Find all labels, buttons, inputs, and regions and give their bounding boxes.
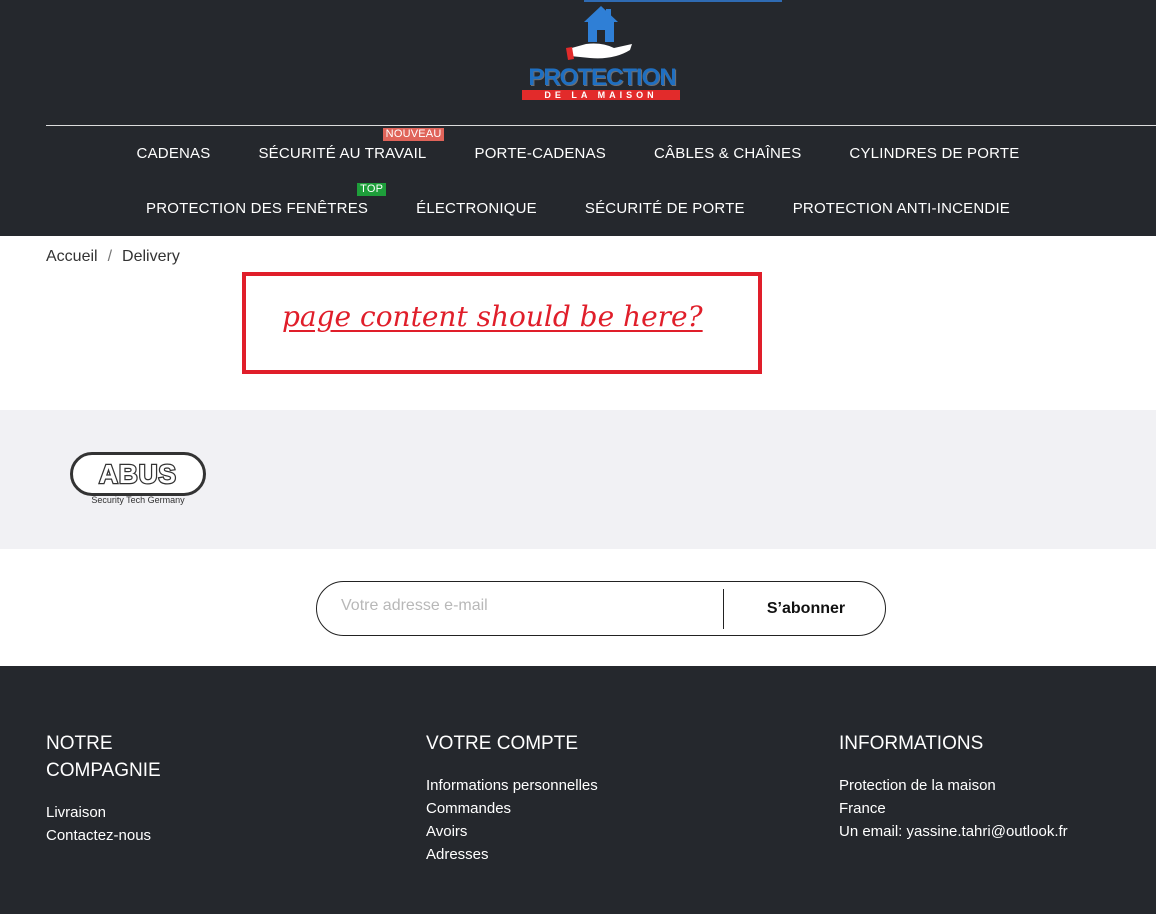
footer-info-country: France [839,800,886,817]
nav-label: SÉCURITÉ AU TRAVAIL [258,145,427,162]
nav-label: PORTE-CADENAS [474,145,606,162]
footer-account-column: VOTRE COMPTE Informations personnelles C… [426,730,726,866]
main-nav-row-1: CADENAS SÉCURITÉ AU TRAVAIL NOUVEAU PORTE… [0,128,1156,164]
footer-link-orders[interactable]: Commandes [426,797,726,820]
footer-link-addresses[interactable]: Adresses [426,843,726,866]
nav-item-cadenas[interactable]: CADENAS [137,144,211,164]
site-logo[interactable]: PROTECTION DE LA MAISON [518,4,684,104]
nav-label: CADENAS [136,145,211,162]
nav-label: CYLINDRES DE PORTE [849,145,1020,162]
newsletter-form: S’abonner [316,581,886,636]
footer-link-credit-slips[interactable]: Avoirs [426,820,726,843]
abus-logo-pill: ABUS [70,452,206,496]
logo-wordmark: PROTECTION [528,64,676,91]
footer-link-contact[interactable]: Contactez-nous [46,824,206,847]
annotation-text: page content should be here? [282,300,703,333]
top-accent-bar [584,0,782,2]
abus-tagline: Security Tech Germany [91,495,185,505]
header-divider [46,125,1156,126]
top-badge: TOP [357,183,387,196]
nav-label: PROTECTION ANTI-INCENDIE [792,200,1011,217]
nav-item-protection-des-fenetres[interactable]: PROTECTION DES FENÊTRES TOP [145,183,387,219]
breadcrumb-current: Delivery [122,248,180,265]
footer-info-title: INFORMATIONS [839,733,984,754]
breadcrumb: Accueil / Delivery [46,248,180,266]
main-nav-row-2: PROTECTION DES FENÊTRES TOP ÉLECTRONIQUE … [0,183,1156,219]
nav-item-cables-chaines[interactable]: CÂBLES & CHAÎNES [654,144,801,164]
footer-info-column: INFORMATIONS Protection de la maison Fra… [839,730,1139,843]
new-badge: NOUVEAU [382,128,445,141]
nav-label: ÉLECTRONIQUE [416,200,537,217]
newsletter-divider [723,589,724,629]
footer-link-livraison[interactable]: Livraison [46,801,206,824]
footer-company-column: NOTRE COMPAGNIE Livraison Contactez-nous [46,730,206,847]
newsletter-email-input[interactable] [341,597,711,615]
nav-label: SÉCURITÉ DE PORTE [584,200,745,217]
nav-item-securite-de-porte[interactable]: SÉCURITÉ DE PORTE [585,199,745,219]
house-hand-icon [566,6,632,60]
nav-label: CÂBLES & CHAÎNES [654,145,802,162]
abus-brand-logo[interactable]: ABUS Security Tech Germany [70,452,206,512]
footer-link-personal-info[interactable]: Informations personnelles [426,774,726,797]
logo-subtitle: DE LA MAISON [522,90,680,100]
site-footer: NOTRE COMPAGNIE Livraison Contactez-nous… [0,666,1156,914]
brand-strip: ABUS Security Tech Germany [0,410,1156,549]
footer-company-title: NOTRE COMPAGNIE [46,733,161,781]
nav-item-electronique[interactable]: ÉLECTRONIQUE [416,199,537,219]
nav-item-cylindres-de-porte[interactable]: CYLINDRES DE PORTE [849,144,1019,164]
site-header: PROTECTION DE LA MAISON CADENAS SÉCURITÉ… [0,0,1156,236]
subscribe-button[interactable]: S’abonner [727,582,885,635]
nav-item-porte-cadenas[interactable]: PORTE-CADENAS [474,144,606,164]
footer-info-store-name: Protection de la maison [839,777,996,794]
footer-info-email[interactable]: Un email: yassine.tahri@outlook.fr [839,820,1139,843]
breadcrumb-home-link[interactable]: Accueil [46,248,98,266]
annotation-box: page content should be here? [242,272,762,374]
abus-logo-text: ABUS [98,457,177,490]
nav-label: PROTECTION DES FENÊTRES [145,200,369,217]
footer-account-title: VOTRE COMPTE [426,733,579,754]
breadcrumb-separator: / [107,248,113,265]
nav-item-securite-au-travail[interactable]: SÉCURITÉ AU TRAVAIL NOUVEAU [258,128,445,164]
nav-item-protection-anti-incendie[interactable]: PROTECTION ANTI-INCENDIE [793,199,1010,219]
